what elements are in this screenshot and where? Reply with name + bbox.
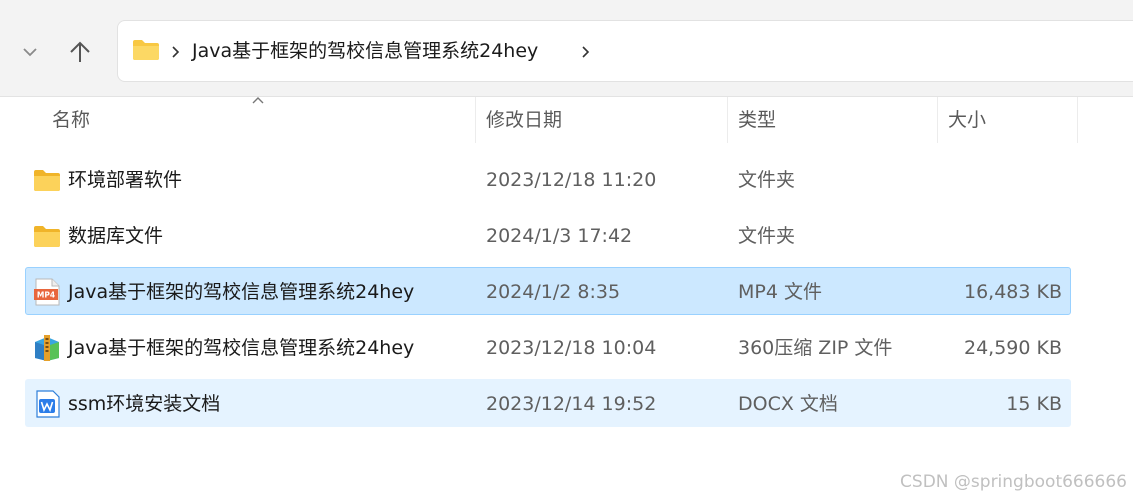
file-size: 24,590 KB: [963, 337, 1062, 359]
zip-archive-icon: [35, 335, 59, 361]
file-name: Java基于框架的驾校信息管理系统24hey: [68, 281, 415, 303]
folder-icon: [34, 170, 60, 191]
file-date-modified: 2024/1/2 8:35: [486, 281, 621, 303]
file-type: MP4 文件: [738, 281, 822, 303]
docx-file-icon: [36, 390, 60, 418]
file-date-modified: 2023/12/18 10:04: [486, 337, 657, 359]
file-type: 文件夹: [738, 225, 796, 247]
column-header-type[interactable]: 类型: [728, 97, 938, 143]
address-bar[interactable]: Java基于框架的驾校信息管理系统24hey: [117, 20, 1133, 82]
file-name: 数据库文件: [68, 225, 164, 247]
up-button[interactable]: [62, 30, 98, 74]
column-header-date-modified[interactable]: 修改日期: [476, 97, 728, 143]
file-type: 文件夹: [738, 169, 796, 191]
file-date-modified: 2023/12/14 19:52: [486, 393, 657, 415]
arrow-up-icon: [70, 41, 90, 62]
chevron-down-icon: [23, 48, 37, 57]
breadcrumb-current-folder[interactable]: Java基于框架的驾校信息管理系统24hey: [192, 37, 538, 65]
mp4-icon-label: MP4: [37, 291, 55, 300]
file-name: Java基于框架的驾校信息管理系统24hey: [68, 337, 415, 359]
mp4-file-icon: MP4: [34, 278, 60, 306]
file-date-modified: 2024/1/3 17:42: [486, 225, 633, 247]
folder-icon: [133, 40, 159, 60]
file-name: 环境部署软件: [68, 169, 183, 191]
file-row[interactable]: 环境部署软件 2023/12/18 11:20 文件夹: [25, 155, 1071, 203]
file-date-modified: 2023/12/18 11:20: [486, 169, 657, 191]
file-row-hovered[interactable]: ssm环境安装文档 2023/12/14 19:52 DOCX 文档 15 KB: [25, 379, 1071, 427]
file-size: 15 KB: [1006, 393, 1062, 415]
folder-icon: [34, 226, 60, 247]
file-row[interactable]: Java基于框架的驾校信息管理系统24hey 2023/12/18 10:04 …: [25, 323, 1071, 371]
file-type: DOCX 文档: [738, 393, 838, 415]
recent-locations-button[interactable]: [12, 30, 48, 74]
file-size: 16,483 KB: [963, 281, 1062, 303]
sort-ascending-icon: [252, 97, 264, 104]
explorer-toolbar: Java基于框架的驾校信息管理系统24hey: [0, 0, 1133, 97]
file-row-selected[interactable]: MP4 Java基于框架的驾校信息管理系统24hey 2024/1/2 8:35…: [25, 267, 1071, 315]
file-row[interactable]: 数据库文件 2024/1/3 17:42 文件夹: [25, 211, 1071, 259]
file-name: ssm环境安装文档: [68, 393, 221, 415]
column-header-size[interactable]: 大小: [938, 97, 1078, 143]
chevron-right-icon[interactable]: [170, 39, 182, 65]
watermark-text: CSDN @springboot666666: [900, 472, 1127, 492]
file-type: 360压缩 ZIP 文件: [738, 337, 893, 359]
column-header-row: 名称 修改日期 类型 大小: [0, 97, 1133, 143]
chevron-right-icon[interactable]: [580, 39, 592, 65]
